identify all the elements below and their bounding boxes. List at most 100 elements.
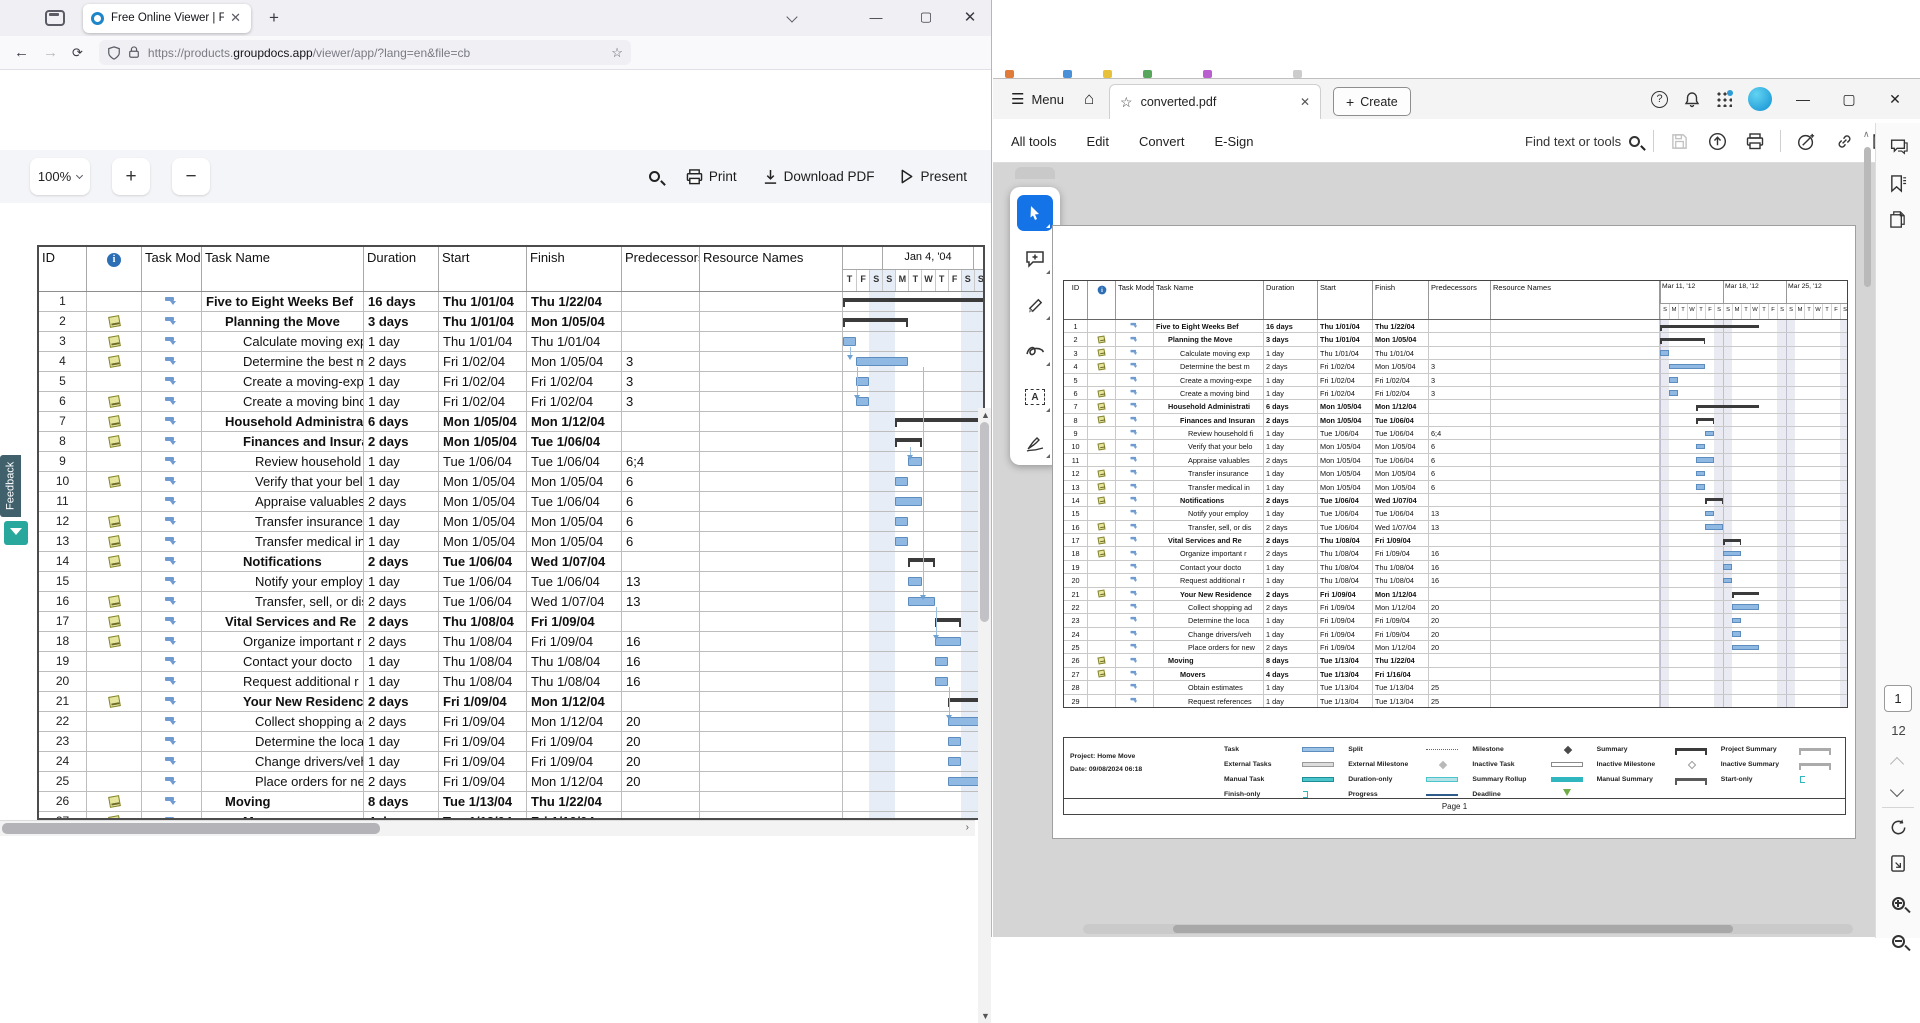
scroll-up-icon[interactable]: ▲ xyxy=(981,410,990,420)
table-row[interactable]: 13Transfer medical in1 dayMon 1/05/04Mon… xyxy=(39,532,983,552)
table-row[interactable]: 12Transfer insurance1 dayMon 1/05/04Mon … xyxy=(39,512,983,532)
tab-convert[interactable]: Convert xyxy=(1139,134,1185,149)
header-start[interactable]: Start xyxy=(439,247,527,291)
table-row[interactable]: 25Place orders for new2 daysFri 1/09/04M… xyxy=(39,772,983,792)
create-button[interactable]: +Create xyxy=(1333,87,1411,116)
print-button[interactable]: Print xyxy=(686,169,737,185)
next-page-icon[interactable] xyxy=(1890,783,1904,797)
table-row[interactable]: 11Appraise valuables2 daysMon 1/05/04Tue… xyxy=(39,492,983,512)
filter-button[interactable] xyxy=(4,521,28,545)
home-icon[interactable]: ⌂ xyxy=(1084,89,1094,109)
previous-page-icon[interactable] xyxy=(1890,757,1904,771)
select-tool-button[interactable] xyxy=(1017,195,1053,231)
tab-all-tools[interactable]: All tools xyxy=(1011,134,1057,149)
header-id[interactable]: ID xyxy=(39,247,87,291)
table-row[interactable]: 22Collect shopping ad2 daysFri 1/09/04Mo… xyxy=(39,712,983,732)
maximize-button[interactable]: ▢ xyxy=(915,6,937,28)
table-row[interactable]: 24Change drivers/veh1 dayFri 1/09/04Fri … xyxy=(39,752,983,772)
browser-tab[interactable]: Free Online Viewer | Free Group ✕ xyxy=(83,4,251,33)
feedback-tab[interactable]: Feedback xyxy=(0,455,21,517)
scrollbar-thumb[interactable] xyxy=(2,823,380,834)
comment-tool-button[interactable] xyxy=(1017,241,1053,277)
link-button[interactable] xyxy=(1831,128,1857,154)
search-button[interactable] xyxy=(649,171,660,182)
header-task-name[interactable]: Task Name xyxy=(202,247,364,291)
draw-tool-button[interactable] xyxy=(1017,333,1053,369)
scrollbar-thumb[interactable] xyxy=(1173,925,1733,933)
table-row[interactable]: 16Transfer, sell, or dis2 daysTue 1/06/0… xyxy=(39,592,983,612)
scrollbar-thumb[interactable] xyxy=(1864,147,1871,287)
table-row[interactable]: 3Calculate moving exp1 dayThu 1/01/04Thu… xyxy=(39,332,983,352)
horizontal-scrollbar[interactable]: ‹ › xyxy=(0,820,975,836)
menu-button[interactable]: ☰Menu xyxy=(1011,90,1064,108)
new-tab-button[interactable]: + xyxy=(263,8,285,28)
help-icon[interactable]: ? xyxy=(1651,91,1668,108)
header-finish[interactable]: Finish xyxy=(527,247,622,291)
bookmarks-panel-button[interactable] xyxy=(1886,171,1910,195)
reload-icon[interactable]: ⟳ xyxy=(72,45,83,61)
list-tabs-icon[interactable] xyxy=(786,11,797,22)
save-button[interactable] xyxy=(1666,128,1692,154)
table-row[interactable]: 21Your New Residence2 daysFri 1/09/04Mon… xyxy=(39,692,983,712)
scroll-down-icon[interactable]: ▼ xyxy=(981,1011,990,1021)
avatar[interactable] xyxy=(1748,87,1772,111)
maximize-button[interactable]: ▢ xyxy=(1834,91,1864,108)
firefox-view-icon[interactable] xyxy=(45,10,65,26)
scroll-right-icon[interactable]: › xyxy=(966,822,969,833)
zoom-out-button[interactable] xyxy=(1886,929,1910,953)
table-row[interactable]: 14Notifications2 daysTue 1/06/04Wed 1/07… xyxy=(39,552,983,572)
tab-esign[interactable]: E-Sign xyxy=(1214,134,1253,149)
minimize-button[interactable]: — xyxy=(1788,91,1818,107)
add-text-tool-button[interactable]: A xyxy=(1017,379,1053,415)
tab-close-icon[interactable]: ✕ xyxy=(1300,95,1310,109)
url-bar[interactable]: https://products.groupdocs.app/viewer/ap… xyxy=(99,40,631,65)
close-button[interactable]: ✕ xyxy=(959,6,981,28)
bookmark-star-icon[interactable]: ☆ xyxy=(611,45,623,61)
table-row[interactable]: 10Verify that your belo1 dayMon 1/05/04M… xyxy=(39,472,983,492)
comments-panel-button[interactable] xyxy=(1886,135,1910,159)
table-row[interactable]: 20Request additional r1 dayThu 1/08/04Th… xyxy=(39,672,983,692)
sign-tool-button[interactable] xyxy=(1017,425,1053,461)
table-row[interactable]: 5Create a moving-expe1 dayFri 1/02/04Fri… xyxy=(39,372,983,392)
table-row[interactable]: 9Review household fi1 dayTue 1/06/04Tue … xyxy=(39,452,983,472)
back-icon[interactable]: ← xyxy=(14,44,29,61)
header-duration[interactable]: Duration xyxy=(364,247,439,291)
zoom-level-dropdown[interactable]: 100% xyxy=(30,158,90,195)
zoom-in-button[interactable] xyxy=(1886,891,1910,915)
tab-close-icon[interactable]: ✕ xyxy=(228,10,243,26)
document-tab[interactable]: ☆ converted.pdf ✕ xyxy=(1109,84,1321,119)
content-horizontal-scrollbar[interactable] xyxy=(1083,924,1853,934)
table-row[interactable]: 23Determine the loca1 dayFri 1/09/04Fri … xyxy=(39,732,983,752)
scrollbar-thumb[interactable] xyxy=(980,422,989,622)
vertical-scrollbar[interactable]: ▲ ▼ xyxy=(978,408,991,1023)
header-resource-names[interactable]: Resource Names xyxy=(700,247,843,291)
highlight-tool-button[interactable] xyxy=(1017,287,1053,323)
find-tools-search[interactable]: Find text or tools xyxy=(1525,119,1640,163)
print-button[interactable] xyxy=(1742,128,1768,154)
table-row[interactable]: 17Vital Services and Re2 daysThu 1/08/04… xyxy=(39,612,983,632)
zoom-in-button[interactable]: + xyxy=(112,158,150,195)
download-pdf-button[interactable]: Download PDF xyxy=(763,169,875,185)
palette-handle[interactable] xyxy=(1015,167,1055,179)
table-row[interactable]: 4Determine the best m2 daysFri 1/02/04Mo… xyxy=(39,352,983,372)
table-row[interactable]: 27Movers4 daysTue 1/13/04Fri 1/16/04 xyxy=(39,812,983,820)
rotate-page-button[interactable] xyxy=(1886,815,1910,839)
table-row[interactable]: 6Create a moving bind1 dayFri 1/02/04Fri… xyxy=(39,392,983,412)
table-row[interactable]: 18Organize important r2 daysThu 1/08/04F… xyxy=(39,632,983,652)
notifications-bell-icon[interactable] xyxy=(1684,91,1700,108)
close-button[interactable]: ✕ xyxy=(1880,91,1910,108)
shield-icon[interactable] xyxy=(107,46,121,60)
tab-edit[interactable]: Edit xyxy=(1087,134,1109,149)
forward-icon[interactable]: → xyxy=(43,44,58,61)
pages-panel-button[interactable] xyxy=(1886,207,1910,231)
page-number-input[interactable]: 1 xyxy=(1884,685,1912,712)
zoom-out-button[interactable]: − xyxy=(172,158,210,195)
header-predecessors[interactable]: Predecessors xyxy=(622,247,700,291)
content-vertical-scrollbar[interactable]: ∧ xyxy=(1862,127,1873,907)
header-info[interactable]: i xyxy=(87,247,142,291)
table-row[interactable]: 15Notify your employ1 dayTue 1/06/04Tue … xyxy=(39,572,983,592)
table-row[interactable]: 2Planning the Move3 daysThu 1/01/04Mon 1… xyxy=(39,312,983,332)
table-row[interactable]: 7Household Administrati6 daysMon 1/05/04… xyxy=(39,412,983,432)
ai-assistant-button[interactable] xyxy=(1793,128,1819,154)
header-task-mode[interactable]: Task Mode xyxy=(142,247,202,291)
